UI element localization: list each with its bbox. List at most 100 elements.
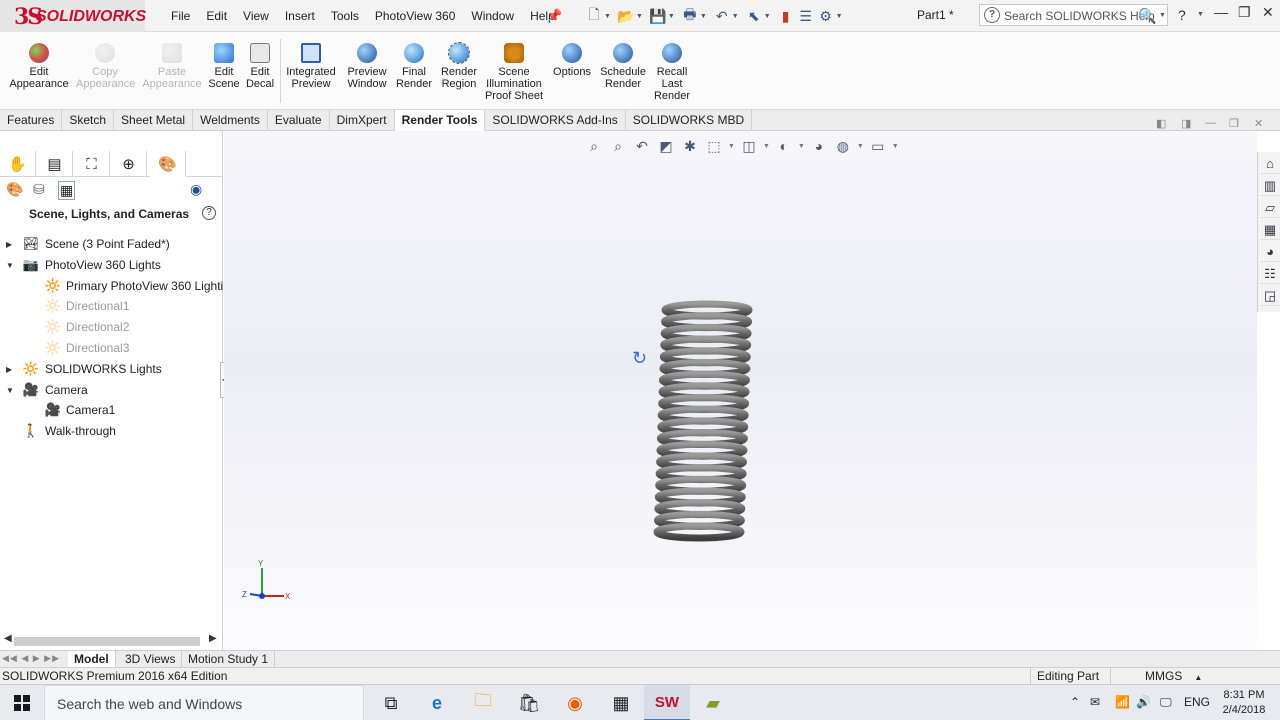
tab-scroll-icons[interactable]: ◀◀ ◀ ▶ ▶▶ xyxy=(2,653,60,664)
tab-3d-views[interactable]: 3D Views xyxy=(119,651,183,668)
scene-illumination-button[interactable]: Scene Illumination Proof Sheet xyxy=(484,43,544,102)
file-explorer-taskbar-icon[interactable]: 🗀 xyxy=(460,685,506,720)
edit-appearance-button[interactable]: Edit Appearance xyxy=(8,43,70,90)
chevron-down-icon[interactable]: ▼ xyxy=(798,143,805,150)
file-explorer-icon[interactable]: ▱ xyxy=(1260,198,1280,218)
preview-window-button[interactable]: Preview Window xyxy=(342,43,392,90)
solidworks-taskbar-icon[interactable]: SW xyxy=(644,685,690,720)
tile-left-icon[interactable]: ◧ xyxy=(1156,117,1166,130)
menu-photoview[interactable]: PhotoView 360 xyxy=(367,9,464,23)
calculator-icon[interactable]: ▦ xyxy=(598,685,644,720)
zoom-to-fit-icon[interactable]: ⌕ xyxy=(584,138,604,155)
taskbar-search-input[interactable]: Search the web and Windows xyxy=(57,696,242,712)
appearances-scenes-icon[interactable]: ◕ xyxy=(1260,242,1280,262)
final-render-button[interactable]: Final Render xyxy=(396,43,432,90)
feature-manager-tab-icon[interactable]: ✋ xyxy=(0,151,36,177)
language-indicator[interactable]: ENG xyxy=(1184,695,1210,709)
action-center-icon[interactable]: 🖵 xyxy=(1160,695,1172,710)
property-manager-tab-icon[interactable]: ▤ xyxy=(37,151,73,177)
rebuild-button[interactable]: ▮ xyxy=(777,5,795,27)
edit-appearance-hud-icon[interactable]: ◕ xyxy=(809,138,829,154)
menu-tools[interactable]: Tools xyxy=(323,9,367,23)
undo-button[interactable]: ↶ ▼ xyxy=(713,5,743,27)
doc-minimize-icon[interactable]: — xyxy=(1205,117,1216,129)
help-icon[interactable]: ? xyxy=(1178,7,1186,23)
maximize-icon[interactable]: ❐ xyxy=(1238,4,1251,21)
recall-last-render-button[interactable]: Recall Last Render xyxy=(652,43,692,102)
dynamic-annotation-icon[interactable]: ✱ xyxy=(680,138,700,155)
tab-features[interactable]: Features xyxy=(0,110,63,131)
tab-sheet-metal[interactable]: Sheet Metal xyxy=(114,110,194,131)
help-search[interactable]: ? Search SOLIDWORKS Help 🔍 ▼ xyxy=(979,4,1168,26)
chevron-down-icon[interactable]: ▼ xyxy=(892,143,899,150)
search-icon[interactable]: 🔍 xyxy=(1138,7,1157,25)
apply-scene-icon[interactable]: ◍ xyxy=(833,138,853,155)
new-document-button[interactable]: 🗋 ▼ xyxy=(585,5,615,27)
display-manager-tab-icon[interactable]: 🎨 xyxy=(150,151,186,177)
view-palette-icon[interactable]: ▦ xyxy=(1260,220,1280,240)
tree-node-solidworks-lights[interactable]: ▶ 🔆 SOLIDWORKS Lights xyxy=(0,359,223,379)
tree-node-photoview-lights[interactable]: ▼ 📷 PhotoView 360 Lights xyxy=(0,255,223,275)
tree-node-primary-light[interactable]: 🔆 Primary PhotoView 360 Lighting xyxy=(0,276,223,296)
solidworks-resources-icon[interactable]: ⌂ xyxy=(1260,154,1280,174)
tile-right-icon[interactable]: ◨ xyxy=(1181,117,1191,130)
minimize-icon[interactable]: — xyxy=(1214,4,1228,20)
schedule-render-button[interactable]: Schedule Render xyxy=(598,43,648,90)
app-taskbar-icon[interactable]: ▰ xyxy=(690,685,736,720)
zoom-to-area-icon[interactable]: ⌕ xyxy=(608,138,628,155)
forum-icon[interactable]: ◲ xyxy=(1260,286,1280,306)
doc-close-icon[interactable]: ✕ xyxy=(1254,117,1263,130)
taskbar-clock[interactable]: 8:31 PM 2/4/2018 xyxy=(1222,688,1266,718)
tab-addins[interactable]: SOLIDWORKS Add-Ins xyxy=(485,110,626,131)
file-properties-button[interactable]: ☰ xyxy=(797,5,815,27)
tab-model[interactable]: Model xyxy=(68,651,116,668)
expand-icon[interactable]: ▶ xyxy=(6,365,16,374)
integrated-preview-button[interactable]: Integrated Preview xyxy=(284,43,338,90)
appearances-icon[interactable]: 🎨 xyxy=(6,181,23,198)
tree-node-directional2[interactable]: 🔆 Directional2 xyxy=(0,317,223,337)
collapse-icon[interactable]: ▼ xyxy=(6,261,16,270)
tree-node-camera1[interactable]: 🎥 Camera1 xyxy=(0,400,223,420)
chevron-down-icon[interactable]: ▼ xyxy=(763,143,770,150)
store-icon[interactable]: 🛍 xyxy=(506,685,552,720)
doc-restore-icon[interactable]: ❐ xyxy=(1229,117,1239,130)
edge-browser-icon[interactable]: e xyxy=(414,685,460,720)
tree-node-scene[interactable]: ▶ 🏞 Scene (3 Point Faded*) xyxy=(0,234,223,254)
tab-motion-study[interactable]: Motion Study 1 xyxy=(182,651,276,668)
network-icon[interactable]: 📶 xyxy=(1115,695,1130,709)
tray-chevron-up-icon[interactable]: ⌃ xyxy=(1070,695,1080,709)
configuration-manager-tab-icon[interactable]: ⛶ xyxy=(74,151,110,177)
task-view-icon[interactable]: ⧉ xyxy=(368,685,414,720)
menu-window[interactable]: Window xyxy=(463,9,522,23)
display-style-icon[interactable]: ◫ xyxy=(739,138,759,155)
edit-decal-button[interactable]: Edit Decal xyxy=(244,43,276,90)
tab-weldments[interactable]: Weldments xyxy=(193,110,268,131)
panel-help-icon[interactable]: ? xyxy=(202,206,216,220)
tab-mbd[interactable]: SOLIDWORKS MBD xyxy=(626,110,753,131)
render-manager-icon[interactable]: ◉ xyxy=(190,181,202,198)
view-orientation-icon[interactable]: ⬚ xyxy=(704,138,724,155)
close-icon[interactable]: ✕ xyxy=(1262,4,1274,21)
volume-icon[interactable]: 🔊 xyxy=(1136,695,1151,709)
save-button[interactable]: 💾 ▼ xyxy=(649,5,679,27)
hide-show-items-icon[interactable]: ◐ xyxy=(774,138,794,154)
spring-model[interactable] xyxy=(645,296,757,544)
panel-horizontal-scrollbar[interactable]: ◀ ▶ xyxy=(0,633,223,650)
select-button[interactable]: ⬉ ▼ xyxy=(745,5,775,27)
tree-node-walkthrough[interactable]: 🚶 Walk-through xyxy=(0,421,223,441)
scroll-left-icon[interactable]: ◀ xyxy=(4,633,12,644)
scene-lights-cameras-icon[interactable]: ▦ xyxy=(58,181,76,200)
tree-node-directional1[interactable]: 🔆 Directional1 xyxy=(0,296,223,316)
menu-insert[interactable]: Insert xyxy=(277,9,323,23)
chevron-down-icon[interactable]: ▼ xyxy=(1197,11,1204,18)
options-ribbon-button[interactable]: Options xyxy=(550,43,594,78)
tab-evaluate[interactable]: Evaluate xyxy=(268,110,330,131)
menu-view[interactable]: View xyxy=(235,9,277,23)
tree-node-directional3[interactable]: 🔆 Directional3 xyxy=(0,338,223,358)
menu-file[interactable]: File xyxy=(163,9,198,23)
render-region-button[interactable]: Render Region xyxy=(438,42,480,90)
chevron-down-icon[interactable]: ▼ xyxy=(728,143,735,150)
menu-edit[interactable]: Edit xyxy=(198,9,235,23)
firefox-icon[interactable]: ◉ xyxy=(552,685,598,720)
chevron-down-icon[interactable]: ▼ xyxy=(857,143,864,150)
